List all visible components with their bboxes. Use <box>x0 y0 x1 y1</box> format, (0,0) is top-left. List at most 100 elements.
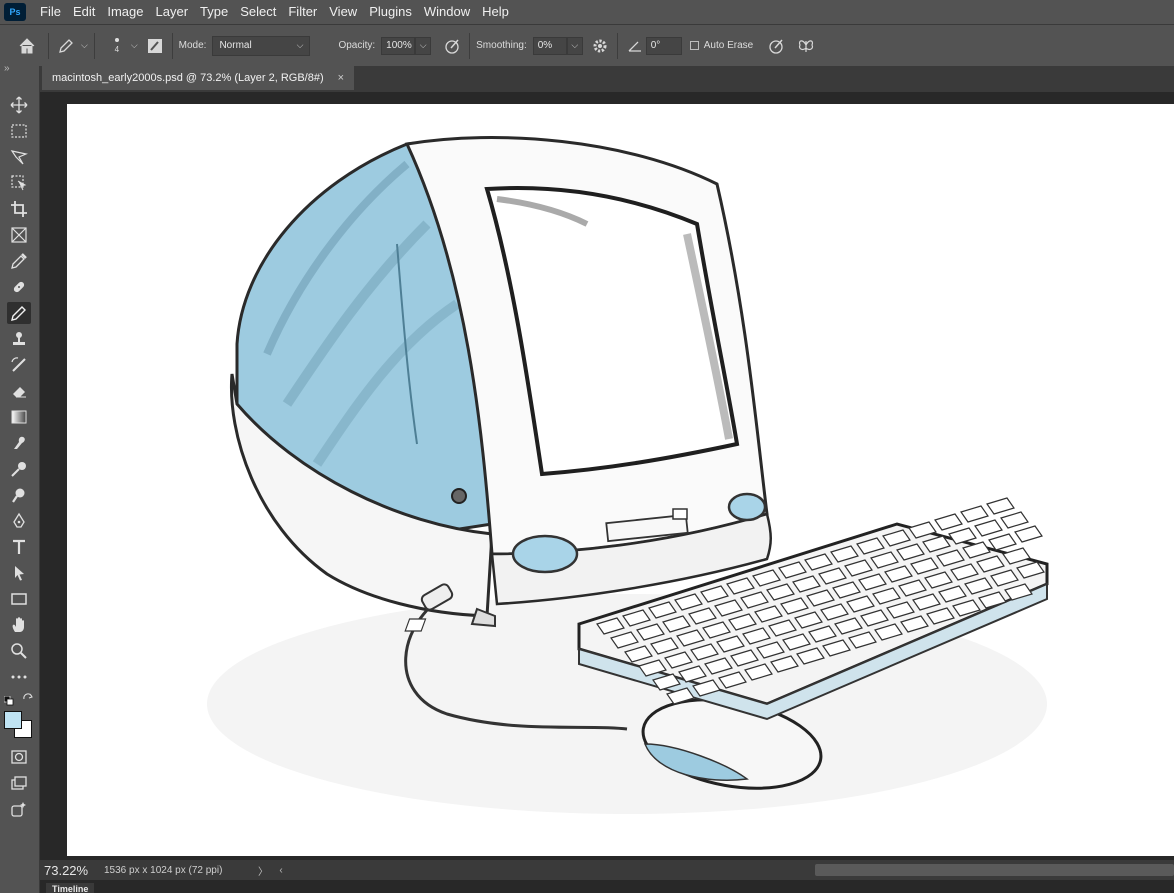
opacity-dropdown[interactable]: ⌵ <box>415 36 432 55</box>
smoothing-input[interactable]: 0% <box>532 36 567 55</box>
eraser-tool-icon[interactable] <box>7 380 31 402</box>
chevron-left-icon[interactable]: ‹ <box>272 865 290 876</box>
tool-preset-pencil-icon[interactable] <box>55 35 77 57</box>
menu-layer[interactable]: Layer <box>150 0 195 24</box>
separator <box>469 32 471 59</box>
auto-erase-option[interactable]: Auto Erase <box>689 40 754 51</box>
pressure-size-icon[interactable] <box>765 35 787 57</box>
symmetry-butterfly-icon[interactable] <box>795 35 817 57</box>
keyboard-key <box>1014 525 1043 543</box>
menu-bar: Ps File Edit Image Layer Type Select Fil… <box>0 0 1174 24</box>
menu-file[interactable]: File <box>34 0 67 24</box>
document-tab[interactable]: macintosh_early2000s.psd @ 73.2% (Layer … <box>42 66 354 90</box>
zoom-level[interactable]: 73.22% <box>40 863 104 878</box>
crop-tool-icon[interactable] <box>7 198 31 220</box>
pencil-tool-icon[interactable] <box>7 302 31 324</box>
screen-mode-icon[interactable] <box>7 772 31 794</box>
brush-dot-icon <box>114 37 119 42</box>
menu-select[interactable]: Select <box>234 0 282 24</box>
menu-image[interactable]: Image <box>101 0 149 24</box>
marquee-tool-icon[interactable] <box>7 120 31 142</box>
keyboard-key <box>974 519 1003 537</box>
keyboard-key <box>986 497 1015 515</box>
foreground-color-swatch[interactable] <box>4 711 22 729</box>
photoshop-window: Ps File Edit Image Layer Type Select Fil… <box>0 0 1174 893</box>
document-tab-strip: macintosh_early2000s.psd @ 73.2% (Layer … <box>40 66 1174 92</box>
smudge-tool-icon[interactable] <box>7 432 31 454</box>
zoom-tool-icon[interactable] <box>7 640 31 662</box>
document-info[interactable]: 1536 px x 1024 px (72 ppi) <box>104 865 254 876</box>
move-tool-icon[interactable] <box>7 94 31 116</box>
artboard-canvas[interactable] <box>67 104 1174 856</box>
close-icon[interactable]: × <box>338 72 344 84</box>
mode-value: Normal <box>219 40 252 51</box>
swap-colors-icon[interactable] <box>22 692 34 704</box>
menu-help[interactable]: Help <box>476 0 515 24</box>
mode-dropdown[interactable]: Normal ⌵ <box>212 35 311 56</box>
opacity-input[interactable]: 100% <box>381 36 416 55</box>
eyedropper-tool-icon[interactable] <box>7 250 31 272</box>
separator <box>93 32 95 59</box>
mode-label: Mode: <box>178 40 207 51</box>
pressure-opacity-icon[interactable] <box>441 35 463 57</box>
home-icon[interactable] <box>16 35 38 57</box>
angle-value: 0° <box>650 40 661 51</box>
healing-brush-tool-icon[interactable] <box>7 276 31 298</box>
options-bar: ⌵ 4 ⌵ Mode: Normal ⌵ Opacity: 100% ⌵ Smo… <box>0 24 1174 66</box>
chevron-down-icon[interactable]: ⌵ <box>131 40 138 51</box>
keyboard-key <box>988 533 1017 551</box>
object-select-tool-icon[interactable] <box>7 172 31 194</box>
burn-tool-icon[interactable] <box>7 484 31 506</box>
auto-erase-checkbox[interactable] <box>689 41 699 50</box>
edit-toolbar-more-icon[interactable] <box>7 666 31 688</box>
angle-input[interactable]: 0° <box>645 36 682 55</box>
lasso-tool-icon[interactable] <box>7 146 31 168</box>
photoshop-logo-icon: Ps <box>4 3 26 21</box>
smoothing-value: 0% <box>537 40 553 51</box>
separator <box>171 32 173 59</box>
clone-stamp-tool-icon[interactable] <box>7 328 31 350</box>
hand-tool-icon[interactable] <box>7 614 31 636</box>
quick-mask-icon[interactable] <box>7 746 31 768</box>
canvas-area[interactable] <box>40 92 1174 860</box>
chevron-down-icon: ⌵ <box>419 40 427 50</box>
opacity-value: 100% <box>386 40 412 51</box>
history-brush-tool-icon[interactable] <box>7 354 31 376</box>
keyboard-key <box>1000 511 1029 529</box>
brush-size-picker[interactable]: 4 <box>107 37 127 54</box>
chevron-right-icon[interactable]: 〉 <box>254 863 272 878</box>
timeline-panel: Timeline <box>40 880 1174 893</box>
menu-filter[interactable]: Filter <box>282 0 323 24</box>
menu-edit[interactable]: Edit <box>67 0 101 24</box>
path-select-tool-icon[interactable] <box>7 562 31 584</box>
menu-plugins[interactable]: Plugins <box>363 0 418 24</box>
chevron-down-icon: ⌵ <box>571 40 579 50</box>
sketch-artwork <box>207 136 1049 814</box>
gradient-tool-icon[interactable] <box>7 406 31 428</box>
dodge-brush-tool-icon[interactable] <box>7 458 31 480</box>
keyboard-key <box>960 505 989 523</box>
frame-tool-icon[interactable] <box>7 224 31 246</box>
rectangle-tool-icon[interactable] <box>7 588 31 610</box>
gear-icon[interactable] <box>589 35 611 57</box>
collapse-panel-icon[interactable]: » <box>4 63 10 74</box>
type-tool-icon[interactable] <box>7 536 31 558</box>
angle-icon <box>624 35 646 57</box>
smoothing-dropdown[interactable]: ⌵ <box>566 36 583 55</box>
chevron-down-icon[interactable]: ⌵ <box>81 40 88 51</box>
chevron-down-icon: ⌵ <box>296 40 304 50</box>
timeline-tab[interactable]: Timeline <box>46 883 95 893</box>
tools-panel: » <box>0 63 40 893</box>
generative-fill-icon[interactable] <box>7 798 31 820</box>
default-colors-icon[interactable] <box>3 693 14 706</box>
menu-window[interactable]: Window <box>418 0 476 24</box>
separator <box>48 32 49 59</box>
menu-type[interactable]: Type <box>194 0 234 24</box>
pen-tool-icon[interactable] <box>7 510 31 532</box>
menu-view[interactable]: View <box>323 0 363 24</box>
auto-erase-label: Auto Erase <box>703 40 754 51</box>
brush-size-value: 4 <box>114 44 120 54</box>
document-tab-title: macintosh_early2000s.psd @ 73.2% (Layer … <box>52 72 324 84</box>
horizontal-scrollbar[interactable] <box>815 864 1174 876</box>
brush-settings-icon[interactable] <box>144 35 166 57</box>
